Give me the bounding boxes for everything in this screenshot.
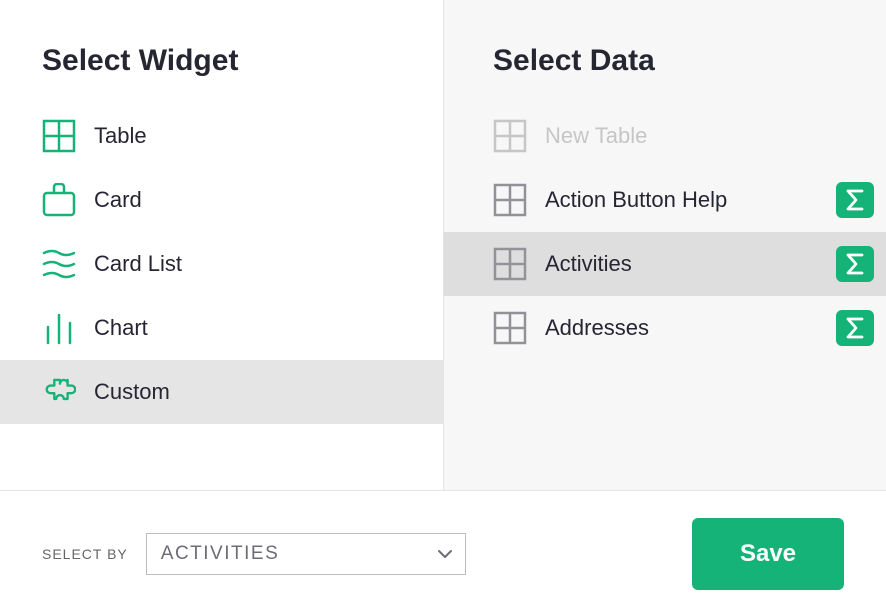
- widget-option-chart[interactable]: Chart: [0, 296, 443, 360]
- select-widget-panel: Select Widget Table Card: [0, 0, 443, 490]
- select-by-label: SELECT BY: [42, 546, 128, 562]
- widget-option-custom[interactable]: Custom: [0, 360, 443, 424]
- card-list-icon: [42, 247, 76, 281]
- data-option-addresses[interactable]: Addresses: [444, 296, 886, 360]
- select-widget-title: Select Widget: [0, 0, 443, 104]
- table-icon: [493, 119, 527, 153]
- table-icon: [493, 311, 527, 345]
- data-option-activities[interactable]: Activities: [444, 232, 886, 296]
- widget-option-label: Custom: [94, 379, 170, 405]
- widget-option-label: Card List: [94, 251, 182, 277]
- sigma-icon: [846, 189, 864, 211]
- footer-bar: SELECT BY ACTIVITIES Save: [0, 490, 886, 616]
- table-icon: [493, 183, 527, 217]
- chart-icon: [42, 311, 76, 345]
- data-option-label: Action Button Help: [545, 187, 816, 213]
- widget-option-card[interactable]: Card: [0, 168, 443, 232]
- chevron-down-icon: [437, 546, 453, 562]
- select-by-value: ACTIVITIES: [161, 543, 437, 565]
- data-option-label: New Table: [545, 123, 874, 149]
- select-data-panel: Select Data New Table Action Button Help: [443, 0, 886, 490]
- table-icon: [42, 119, 76, 153]
- summary-button[interactable]: [836, 182, 874, 218]
- summary-button[interactable]: [836, 310, 874, 346]
- sigma-icon: [846, 253, 864, 275]
- data-option-new-table: New Table: [444, 104, 886, 168]
- widget-picker-dialog: Select Widget Table Card: [0, 0, 886, 616]
- data-option-action-button-help[interactable]: Action Button Help: [444, 168, 886, 232]
- data-option-label: Addresses: [545, 315, 816, 341]
- widget-option-label: Card: [94, 187, 142, 213]
- summary-button[interactable]: [836, 246, 874, 282]
- card-icon: [42, 183, 76, 217]
- select-by-dropdown[interactable]: ACTIVITIES: [146, 533, 466, 575]
- widget-option-label: Chart: [94, 315, 148, 341]
- select-data-title: Select Data: [444, 0, 886, 104]
- widget-option-label: Table: [94, 123, 147, 149]
- widget-option-card-list[interactable]: Card List: [0, 232, 443, 296]
- top-panels: Select Widget Table Card: [0, 0, 886, 490]
- custom-icon: [42, 375, 76, 409]
- data-option-label: Activities: [545, 251, 816, 277]
- widget-option-table[interactable]: Table: [0, 104, 443, 168]
- save-button[interactable]: Save: [692, 518, 844, 590]
- data-list: New Table Action Button Help: [444, 104, 886, 360]
- table-icon: [493, 247, 527, 281]
- sigma-icon: [846, 317, 864, 339]
- widget-list: Table Card Card List: [0, 104, 443, 424]
